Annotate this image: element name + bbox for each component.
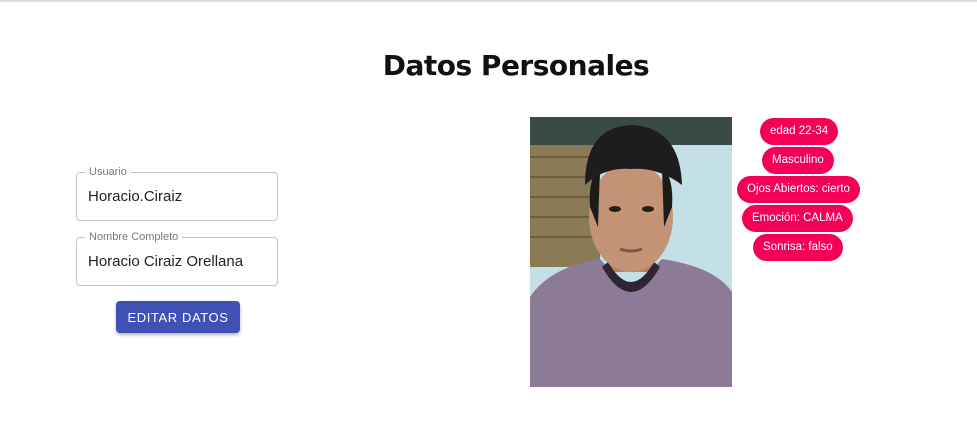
fullname-input[interactable] <box>88 252 268 272</box>
chip-smile: Sonrisa: falso <box>753 234 843 261</box>
edit-data-button[interactable]: EDITAR DATOS <box>116 301 240 333</box>
page-title: Datos Personales <box>382 48 650 82</box>
chip-eyes-open: Ojos Abiertos: cierto <box>737 176 860 203</box>
chip-gender: Masculino <box>762 147 834 174</box>
fullname-label: Nombre Completo <box>85 230 183 244</box>
username-label: Usuario <box>85 165 131 179</box>
username-input[interactable] <box>88 187 268 207</box>
chip-age: edad 22-34 <box>760 118 839 145</box>
username-field[interactable]: Usuario <box>76 165 278 221</box>
chip-emotion: Emoción: CALMA <box>742 205 853 232</box>
fullname-field[interactable]: Nombre Completo <box>76 230 278 286</box>
profile-photo <box>530 117 732 387</box>
app-bar-shadow <box>0 0 977 3</box>
